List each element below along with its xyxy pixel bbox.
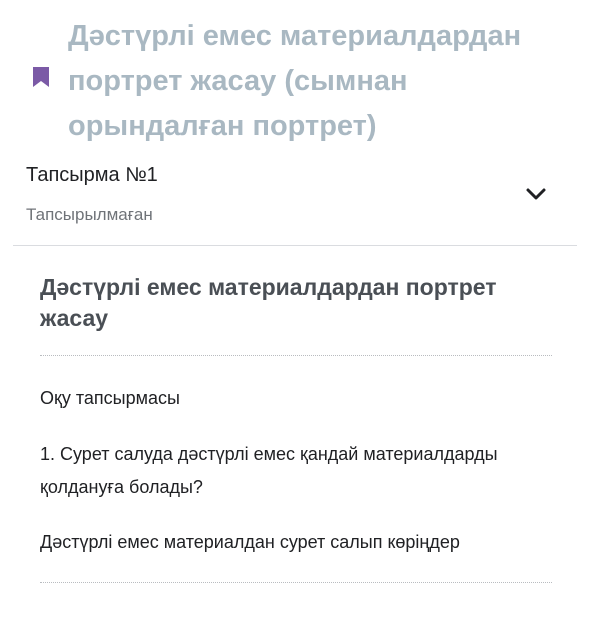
instruction-text: Дәстүрлі емес материалдан сурет салып кө…: [40, 532, 460, 552]
dotted-divider: [40, 355, 552, 356]
dotted-divider: [40, 582, 552, 583]
assignment-content: Дәстүрлі емес материалдардан портрет жас…: [40, 272, 552, 583]
task-label: Оқу тапсырмасы: [40, 388, 180, 408]
assignment-header[interactable]: Тапсырма №1 Тапсырылмаған: [26, 160, 562, 226]
topic-title: Дәстүрлі емес материалдардан портрет жас…: [68, 20, 522, 142]
chevron-down-icon[interactable]: [522, 180, 550, 208]
bookmark-icon: [30, 66, 52, 114]
topic-header: Дәстүрлі емес материалдардан портрет жас…: [30, 14, 570, 149]
content-heading: Дәстүрлі емес материалдардан портрет жас…: [40, 274, 497, 331]
assignment-title: Тапсырма №1: [26, 164, 158, 186]
question-text: 1. Сурет салуда дәстүрлі емес қандай мат…: [40, 444, 498, 497]
assignment-status: Тапсырылмаған: [26, 205, 153, 224]
section-divider: [13, 245, 577, 246]
